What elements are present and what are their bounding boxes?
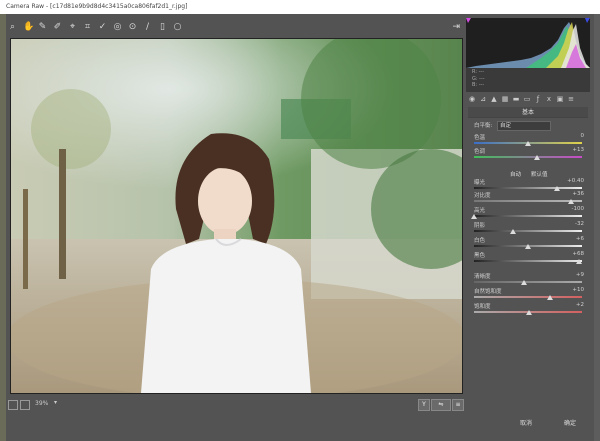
slider-label: 色调 [474, 149, 486, 155]
basic-tab-icon[interactable]: ◉ [468, 95, 476, 103]
window-title: Camera Raw - [c17d81e9b9d8d4c3415a0ca806… [6, 3, 188, 10]
slider-label: 对比度 [474, 193, 491, 199]
slider-track[interactable] [474, 187, 582, 189]
tone-curve-tab-icon[interactable]: ⊿ [479, 95, 487, 103]
zoom-level: 39% [35, 400, 49, 407]
slider-value[interactable]: +68 [566, 251, 584, 257]
lens-tab-icon[interactable]: ▭ [523, 95, 531, 103]
slider-label: 黑色 [474, 253, 486, 259]
snapshots-tab-icon[interactable]: ≡ [567, 95, 575, 103]
slider-thumb[interactable] [568, 199, 575, 204]
readout-r: R: --- [472, 69, 485, 75]
hand-icon[interactable]: ✋ [23, 22, 34, 32]
image-preview[interactable] [10, 38, 463, 394]
adjustment-brush-icon[interactable]: / [143, 22, 152, 32]
slider-thumb[interactable] [520, 280, 527, 285]
tool-bar: ⌕ ✋ ✎ ✐ ⌖ ⌗ ✓ ◎ ⊙ / ▯ ○ ⇥ [8, 18, 464, 36]
slider-value[interactable]: -32 [566, 221, 584, 227]
slider-value[interactable]: 0 [566, 133, 585, 139]
zoom-dropdown-icon[interactable]: ▾ [54, 399, 64, 409]
preview-menu-icon[interactable]: ≡ [452, 399, 464, 411]
slider-track[interactable] [474, 281, 582, 283]
slider-thumb[interactable] [509, 229, 516, 234]
panel-tabs: ◉ ⊿ ▲ ▦ ▬ ▭ ƒ x ▣ ≡ [468, 95, 588, 105]
calibration-tab-icon[interactable]: x [545, 95, 553, 103]
spot-removal-icon[interactable]: ◎ [113, 22, 122, 32]
detail-tab-icon[interactable]: ▲ [490, 95, 498, 103]
color-sampler-icon[interactable]: ✐ [53, 22, 62, 32]
cancel-button[interactable]: 取消 [512, 419, 540, 429]
slider-label: 饱和度 [474, 304, 491, 310]
readout-b: B: --- [472, 82, 485, 88]
slider-thumb[interactable] [546, 295, 553, 300]
slider-label: 清晰度 [474, 274, 491, 280]
slider-thumb[interactable] [471, 214, 477, 219]
slider-value[interactable]: +10 [566, 287, 584, 293]
slider-track[interactable] [474, 296, 582, 298]
white-balance-label: 白平衡: [474, 123, 493, 129]
slider-value[interactable]: +36 [566, 191, 584, 197]
histogram [466, 18, 590, 68]
slider-label: 白色 [474, 238, 486, 244]
graduated-filter-icon[interactable]: ▯ [158, 22, 167, 32]
zoom-icon[interactable]: ⌕ [8, 22, 17, 32]
open-preferences-icon[interactable]: ⇥ [452, 22, 460, 32]
slider-thumb[interactable] [525, 244, 531, 249]
slider-track[interactable] [474, 200, 582, 202]
slider-label: 阴影 [474, 223, 486, 229]
slider-thumb[interactable] [554, 186, 561, 191]
slider-track[interactable] [474, 215, 582, 217]
before-after-toggle-icon[interactable]: Y [418, 399, 430, 411]
slider-thumb[interactable] [533, 155, 540, 160]
auto-link[interactable]: 自动 [510, 170, 521, 178]
zoom-in-icon[interactable] [20, 400, 30, 410]
preview-status-bar: 39% ▾ Y ⇋ ≡ [8, 399, 464, 411]
slider-value[interactable]: +0.40 [566, 178, 584, 184]
swap-settings-icon[interactable]: ⇋ [431, 399, 451, 411]
straighten-icon[interactable]: ✓ [98, 22, 107, 32]
hsl-tab-icon[interactable]: ▦ [501, 95, 509, 103]
slider-track[interactable] [474, 230, 582, 232]
histogram-readout: R: --- G: --- B: --- [466, 68, 590, 92]
effects-tab-icon[interactable]: ƒ [534, 95, 542, 103]
slider-thumb[interactable] [575, 259, 582, 264]
slider-label: 高光 [474, 208, 486, 214]
slider-value[interactable]: +6 [566, 236, 584, 242]
slider-value[interactable]: -100 [566, 206, 584, 212]
slider-label: 曝光 [474, 180, 486, 186]
crop-icon[interactable]: ⌗ [83, 22, 92, 32]
ok-button[interactable]: 确定 [556, 419, 584, 429]
slider-value[interactable]: +9 [566, 272, 584, 278]
red-eye-icon[interactable]: ⊙ [128, 22, 137, 32]
histogram-graph [466, 18, 590, 68]
white-balance-select[interactable]: 自定 [497, 121, 551, 131]
slider-label: 色温 [474, 135, 486, 141]
slider-track[interactable] [474, 156, 582, 158]
panel-title: 基本 [468, 107, 588, 118]
slider-label: 自然饱和度 [474, 289, 502, 295]
background-edge-right [594, 14, 600, 441]
window-title-bar: Camera Raw - [c17d81e9b9d8d4c3415a0ca806… [0, 0, 600, 14]
slider-track[interactable] [474, 260, 582, 262]
slider-thumb[interactable] [525, 141, 531, 146]
presets-tab-icon[interactable]: ▣ [556, 95, 564, 103]
slider-value[interactable]: +2 [566, 302, 584, 308]
background-edge-left [0, 14, 6, 441]
targeted-adjustment-icon[interactable]: ⌖ [68, 22, 77, 32]
white-balance-icon[interactable]: ✎ [38, 22, 47, 32]
slider-value[interactable]: +13 [566, 147, 584, 153]
default-link[interactable]: 默认值 [531, 170, 548, 178]
radial-filter-icon[interactable]: ○ [173, 22, 182, 32]
slider-thumb[interactable] [526, 310, 533, 315]
zoom-out-icon[interactable] [8, 400, 18, 410]
split-toning-tab-icon[interactable]: ▬ [512, 95, 520, 103]
photo-portrait [11, 39, 462, 393]
